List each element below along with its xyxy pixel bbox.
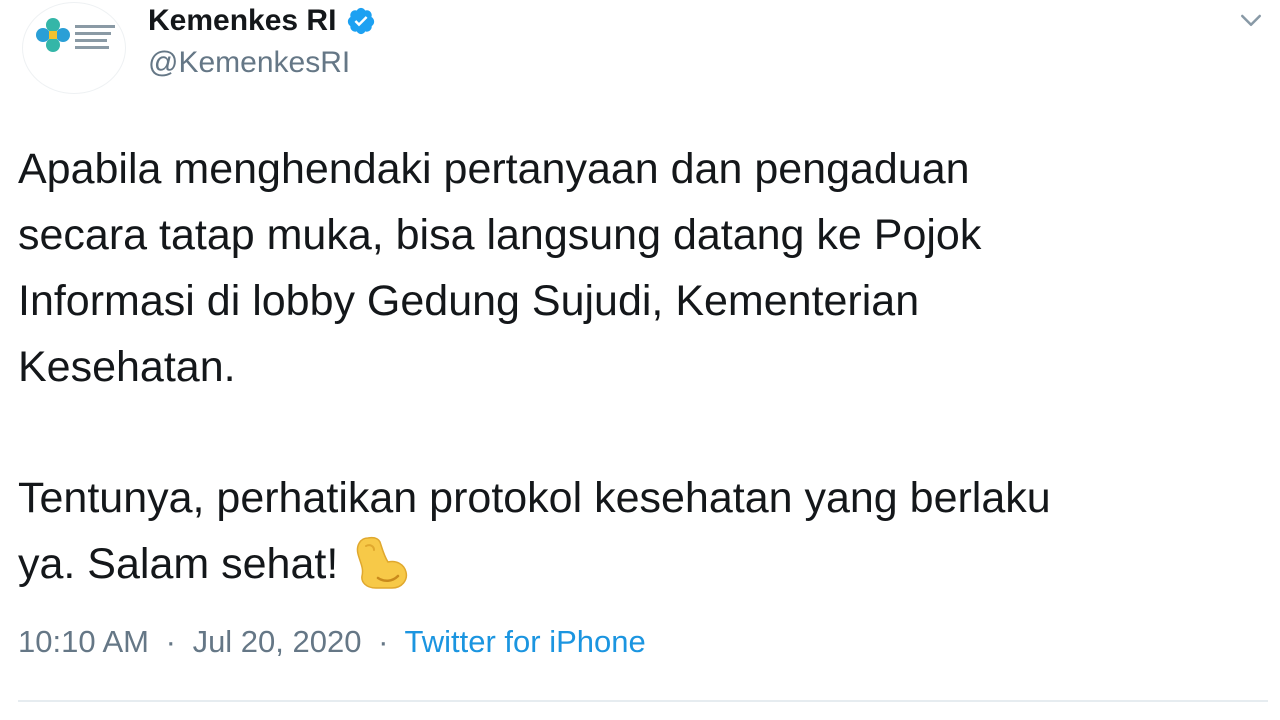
divider: [18, 700, 1268, 702]
tweet-source-link[interactable]: Twitter for iPhone: [405, 624, 646, 659]
tweet-card: Kemenkes RI @KemenkesRI Apabila menghend…: [0, 0, 1280, 720]
meta-separator-2: ·: [378, 624, 389, 659]
author-name-row[interactable]: Kemenkes RI: [148, 4, 376, 38]
tweet-text-line-last: ya. Salam sehat!: [18, 531, 1258, 597]
tweet-meta: 10:10 AM · Jul 20, 2020 · Twitter for iP…: [18, 624, 646, 660]
tweet-text-line: Tentunya, perhatikan protokol kesehatan …: [18, 474, 1051, 522]
flexed-biceps-emoji: [357, 536, 408, 589]
display-name[interactable]: Kemenkes RI: [148, 4, 336, 38]
tweet-date[interactable]: Jul 20, 2020: [193, 624, 362, 659]
verified-badge-icon: [348, 7, 375, 35]
kemenkes-logo: [36, 18, 115, 52]
tweet-time[interactable]: 10:10 AM: [18, 624, 149, 659]
tweet-text-paragraph-1: Apabila menghendaki pertanyaan dan penga…: [18, 145, 982, 391]
tweet-text-paragraph-2: Tentunya, perhatikan protokol kesehatan …: [18, 465, 1258, 597]
avatar[interactable]: [22, 2, 126, 94]
meta-separator: ·: [165, 624, 176, 659]
tweet-text-closing: ya. Salam sehat!: [18, 540, 339, 588]
author-handle[interactable]: @KemenkesRI: [148, 46, 350, 80]
chevron-down-icon[interactable]: [1236, 6, 1266, 36]
